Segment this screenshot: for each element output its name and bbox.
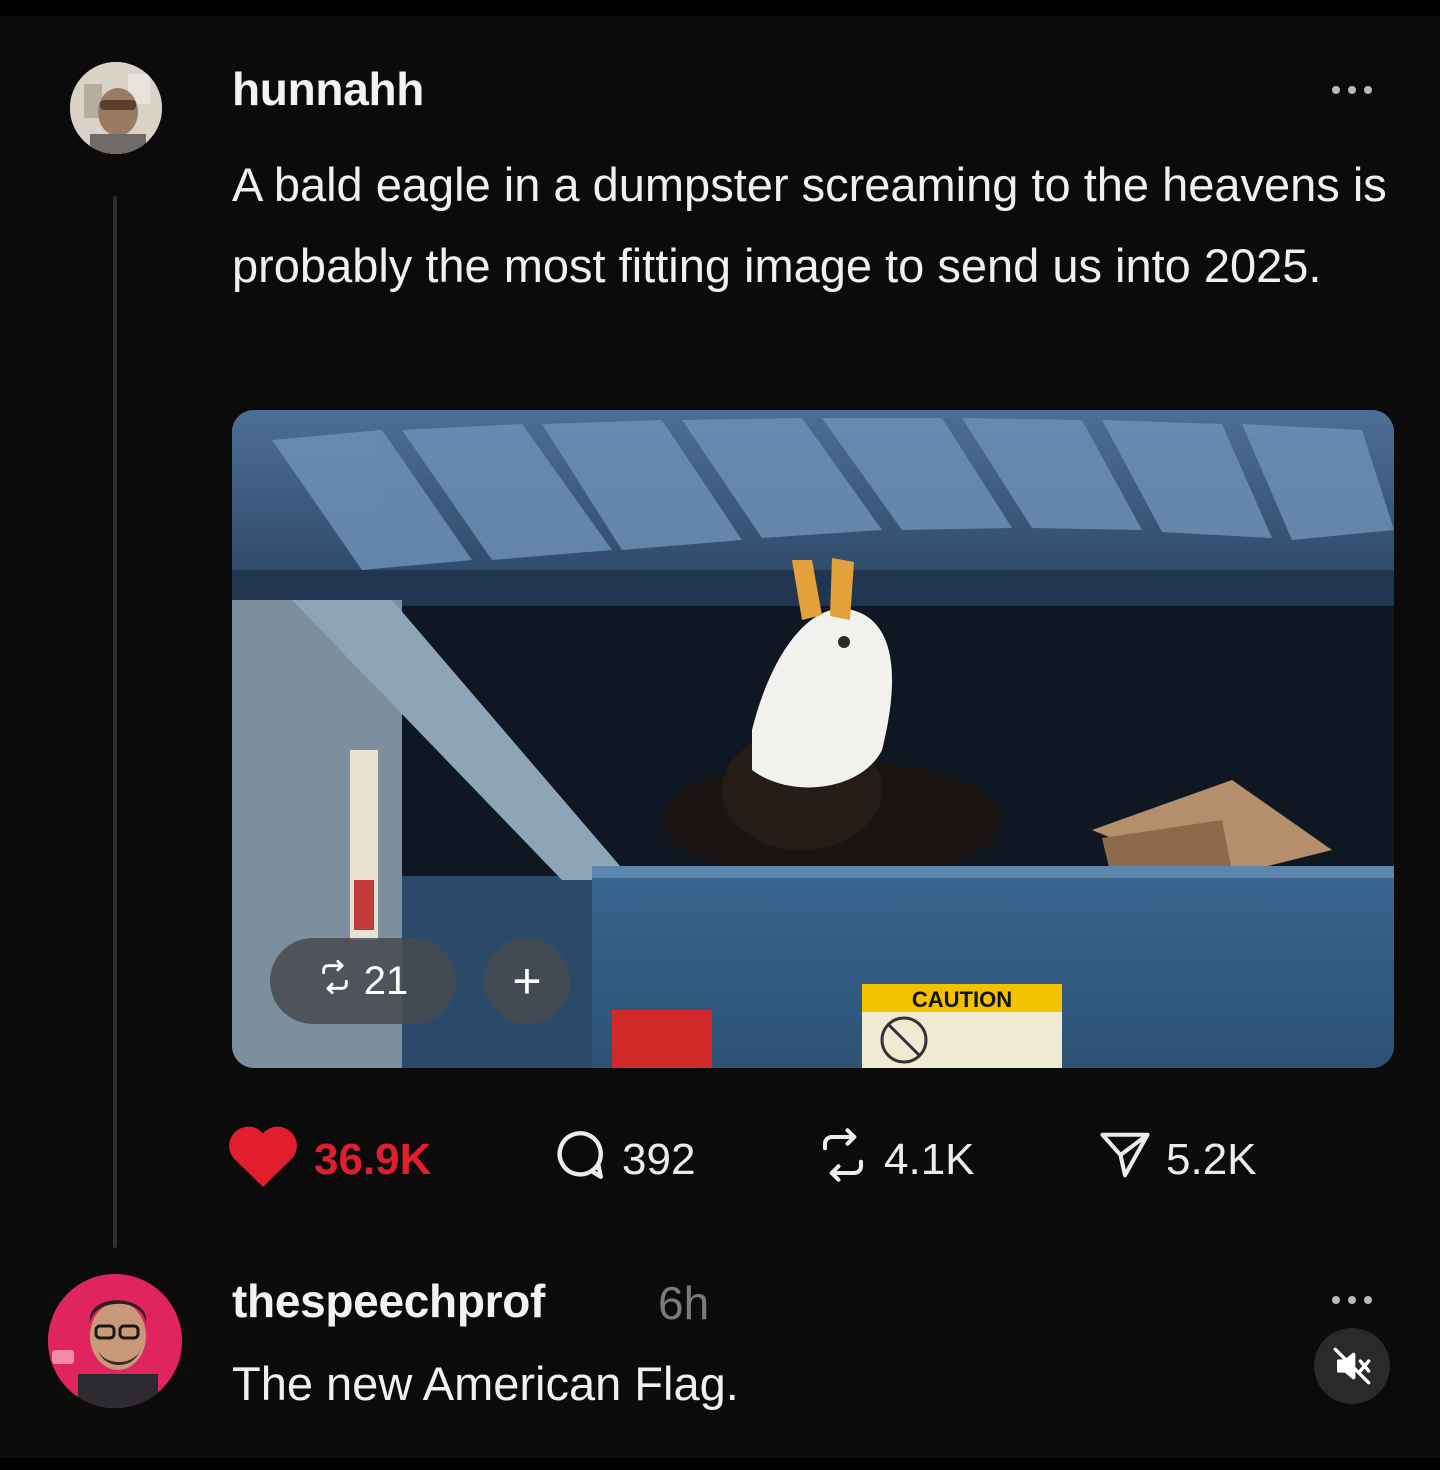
- repost-icon: [816, 1127, 870, 1193]
- reply-timestamp: 6h: [658, 1277, 710, 1329]
- like-button[interactable]: 36.9K: [226, 1120, 431, 1200]
- post-username[interactable]: hunnahh: [232, 62, 424, 116]
- comment-button[interactable]: 392: [550, 1120, 695, 1200]
- more-icon[interactable]: [1322, 80, 1382, 100]
- bottom-edge: [0, 1458, 1440, 1470]
- share-icon: [1098, 1128, 1152, 1193]
- more-icon[interactable]: [1322, 1290, 1382, 1310]
- reply-username[interactable]: thespeechprof: [232, 1274, 545, 1328]
- post-actions: 36.9K 392 4.1K 5.2K: [226, 1120, 1326, 1200]
- plus-icon[interactable]: +: [484, 938, 570, 1024]
- repost-count: 4.1K: [884, 1135, 975, 1184]
- post-text: A bald eagle in a dumpster screaming to …: [232, 158, 1387, 292]
- image-repost-count: 21: [363, 958, 409, 1003]
- comment-count: 392: [622, 1135, 696, 1184]
- thread-line: [113, 196, 117, 1248]
- share-count: 5.2K: [1166, 1135, 1257, 1184]
- mute-icon[interactable]: [1314, 1328, 1390, 1404]
- caution-sign-text: CAUTION: [912, 987, 1012, 1012]
- reply-text: The new American Flag.: [232, 1357, 739, 1410]
- repost-button[interactable]: 4.1K: [816, 1120, 975, 1200]
- reply-avatar[interactable]: [48, 1274, 182, 1408]
- comment-icon: [550, 1126, 608, 1195]
- share-button[interactable]: 5.2K: [1098, 1120, 1257, 1200]
- repost-icon: [318, 959, 352, 1004]
- like-count: 36.9K: [314, 1135, 432, 1184]
- heart-icon: [226, 1123, 300, 1198]
- image-repost-pill[interactable]: 21: [270, 938, 456, 1024]
- top-edge: [0, 0, 1440, 16]
- avatar[interactable]: [70, 62, 162, 154]
